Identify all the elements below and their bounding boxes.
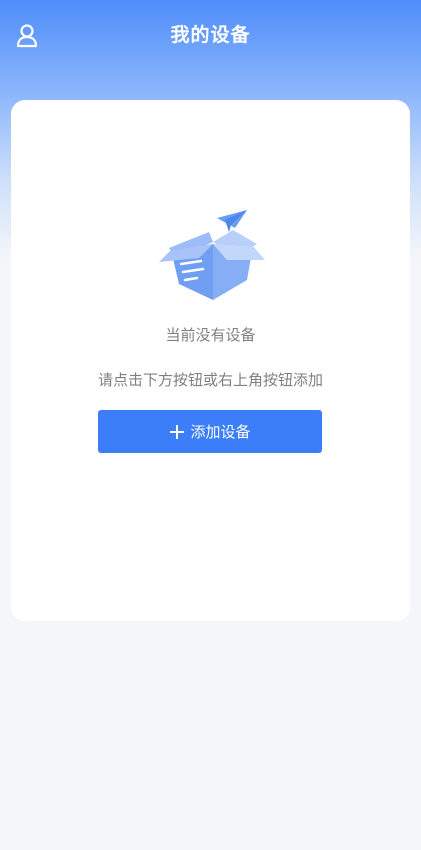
page-title: 我的设备 — [170, 24, 251, 46]
plus-icon — [169, 424, 185, 440]
add-device-button[interactable]: 添加设备 — [98, 410, 322, 453]
app-header: 我的设备 — [0, 0, 421, 66]
device-list-card: 当前没有设备 请点击下方按钮或右上角按钮添加 添加设备 — [11, 100, 410, 621]
empty-box-icon — [155, 204, 271, 304]
empty-state-hint: 请点击下方按钮或右上角按钮添加 — [97, 371, 323, 389]
empty-state-title: 当前没有设备 — [165, 326, 256, 344]
add-device-label: 添加设备 — [190, 423, 251, 441]
